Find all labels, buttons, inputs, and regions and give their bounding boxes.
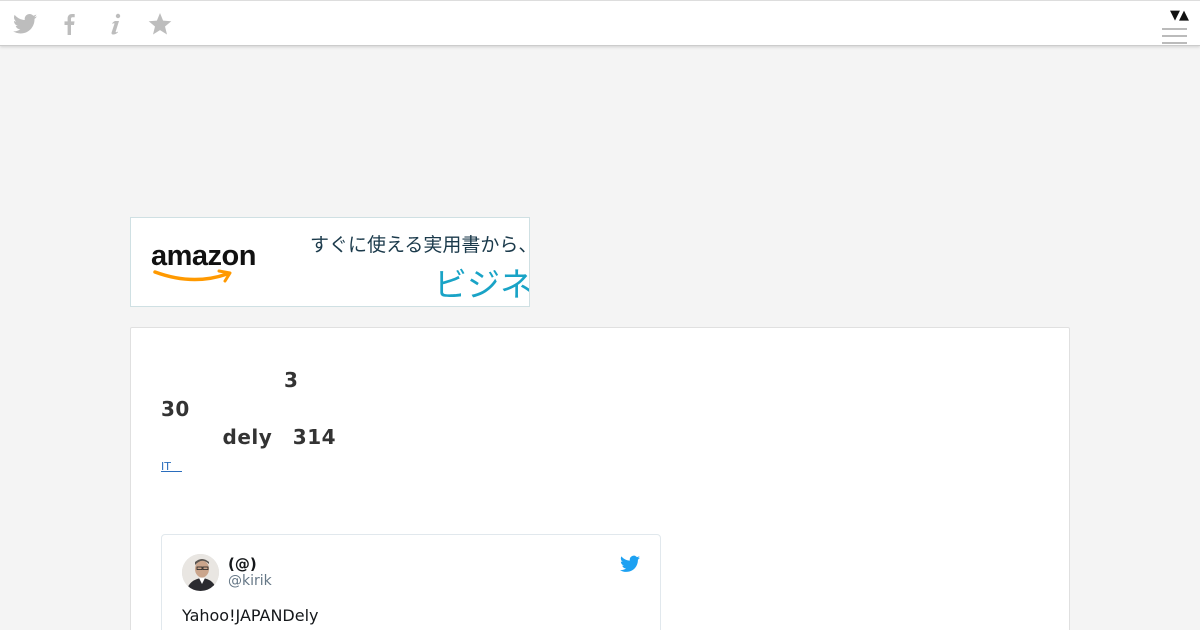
embedded-tweet: (@) @kirik Yahoo!JAPANDely xyxy=(161,534,661,630)
category-link[interactable]: IT xyxy=(161,458,182,474)
tweet-author-handle[interactable]: @kirik xyxy=(228,573,272,589)
article-title: 3 30 dely 314 xyxy=(161,366,400,480)
article-card: 3 30 dely 314 IT (@) @kirik Yahoo!JAPAND… xyxy=(130,327,1070,630)
avatar[interactable] xyxy=(182,554,219,591)
hamburger-menu-icon[interactable] xyxy=(1162,28,1187,48)
tweet-author-name[interactable]: (@) xyxy=(228,555,257,573)
twitter-bird-icon[interactable] xyxy=(620,555,640,573)
tweet-text: Yahoo!JAPANDely xyxy=(182,606,319,625)
amazon-smile-icon xyxy=(153,269,232,283)
star-icon[interactable] xyxy=(147,11,173,37)
ad-tagline: すぐに使える実用書から、書 xyxy=(310,234,529,256)
article-title-line: 3 30 xyxy=(161,368,401,421)
info-icon[interactable] xyxy=(102,11,128,37)
sort-toggle-icon[interactable]: ▼▲ xyxy=(1158,9,1189,23)
twitter-icon[interactable] xyxy=(12,11,38,37)
top-toolbar: ▼▲ xyxy=(0,0,1200,46)
ad-headline: ビジネス xyxy=(434,265,530,304)
article-title-line: dely 314 xyxy=(161,425,398,449)
facebook-icon[interactable] xyxy=(56,11,82,37)
amazon-ad-banner[interactable]: amazon すぐに使える実用書から、書 ビジネス xyxy=(130,217,530,307)
